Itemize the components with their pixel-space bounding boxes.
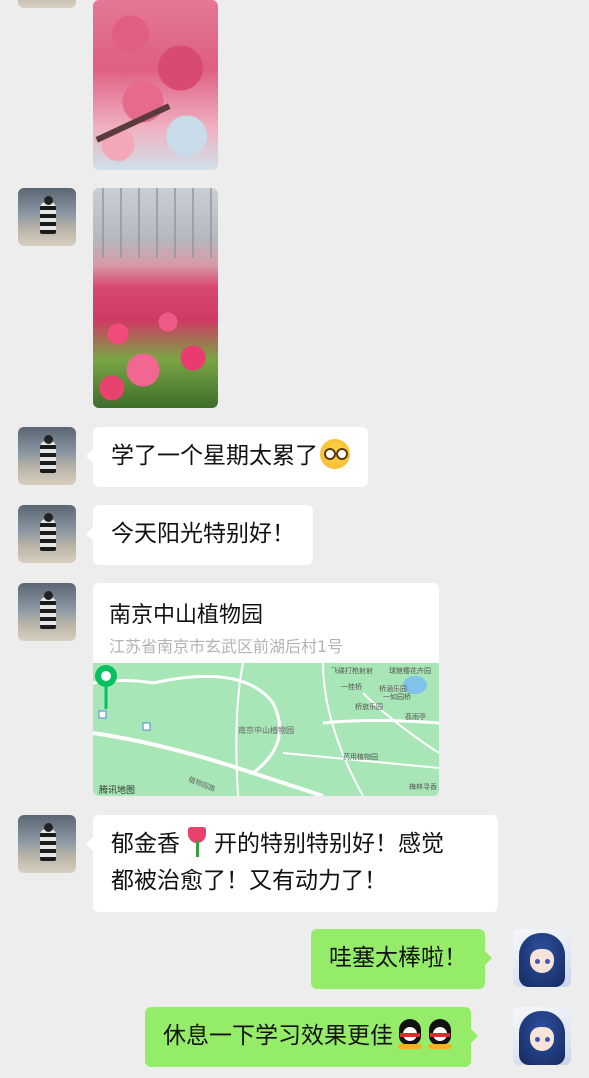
map-label-d: 桥涵乐园 bbox=[379, 684, 407, 693]
location-pin-icon bbox=[95, 665, 117, 709]
message-text: 今天阳光特别好！ bbox=[111, 521, 295, 547]
map-roads: 南京中山植物园 飞碟打枪射射 球館樱花卉园 一桂桥 桥涵乐园 一如园桥 桥旅乐园… bbox=[93, 663, 439, 796]
message-bubble-outgoing[interactable]: 休息一下学习效果更佳 bbox=[145, 1007, 478, 1067]
cherry-blossom-photo[interactable] bbox=[93, 0, 218, 170]
message-bubble[interactable]: 学了一个星期太累了 bbox=[86, 427, 368, 487]
message-bubble-outgoing[interactable]: 哇塞太棒啦！ bbox=[311, 929, 492, 989]
map-label-h: 药用植物园 bbox=[343, 752, 378, 761]
penguin-icon bbox=[427, 1019, 453, 1049]
penguin-icon bbox=[397, 1019, 423, 1049]
map-label-a: 飞碟打枪射射 bbox=[331, 666, 373, 675]
tulip-icon bbox=[186, 827, 208, 857]
location-address: 江苏省南京市玄武区前湖后村1号 bbox=[109, 637, 344, 656]
message-text: 开的特别特别好！感觉 bbox=[214, 831, 444, 857]
avatar-face bbox=[530, 949, 554, 973]
message-text: 郁金香 bbox=[111, 831, 180, 857]
map-preview[interactable]: 南京中山植物园 飞碟打枪射射 球館樱花卉园 一桂桥 桥涵乐园 一如园桥 桥旅乐园… bbox=[93, 663, 439, 796]
map-label-j: 植物园路 bbox=[187, 775, 216, 794]
avatar-eye bbox=[545, 959, 550, 964]
crying-face-icon bbox=[320, 439, 350, 469]
map-label-c: 一桂桥 bbox=[341, 682, 362, 691]
message-text: 学了一个星期太累了 bbox=[111, 443, 318, 469]
message-line-2: 都被治愈了！又有动力了！ bbox=[111, 868, 387, 894]
friend-avatar[interactable] bbox=[18, 815, 76, 873]
map-label-e: 一如园桥 bbox=[383, 692, 411, 701]
friend-avatar[interactable] bbox=[18, 505, 76, 563]
message-bubble[interactable]: 今天阳光特别好！ bbox=[86, 505, 313, 565]
message-text: 休息一下学习效果更佳 bbox=[163, 1023, 393, 1049]
map-label-i: 梅林寻香 bbox=[409, 782, 437, 791]
tulip-field-photo[interactable] bbox=[93, 188, 218, 408]
map-attribution: 腾讯地图 bbox=[99, 786, 136, 796]
message-line-1: 郁金香 开的特别特别好！感觉 bbox=[111, 826, 480, 863]
tulips-foreground bbox=[93, 298, 218, 408]
location-title: 南京中山植物园 bbox=[109, 603, 264, 628]
avatar-eye bbox=[535, 959, 540, 964]
avatar-face bbox=[530, 1027, 554, 1051]
map-label-f: 桥旅乐园 bbox=[355, 702, 383, 711]
map-label-g: 荔雨亭 bbox=[405, 712, 426, 721]
message-bubble[interactable]: 郁金香 开的特别特别好！感觉 都被治愈了！又有动力了！ bbox=[86, 815, 498, 912]
avatar-eye bbox=[545, 1037, 550, 1042]
message-text: 哇塞太棒啦！ bbox=[329, 945, 467, 971]
trees-background bbox=[93, 188, 218, 258]
map-label-poi: 南京中山植物园 bbox=[238, 725, 294, 735]
friend-avatar[interactable] bbox=[18, 188, 76, 246]
location-card[interactable]: 南京中山植物园 江苏省南京市玄武区前湖后村1号 南京中山植物园 飞碟打枪射射 球… bbox=[93, 583, 439, 796]
my-avatar[interactable] bbox=[513, 1007, 571, 1065]
friend-avatar[interactable] bbox=[18, 0, 76, 8]
map-label-b: 球館樱花卉园 bbox=[389, 666, 431, 675]
my-avatar[interactable] bbox=[513, 929, 571, 987]
friend-avatar[interactable] bbox=[18, 583, 76, 641]
friend-avatar[interactable] bbox=[18, 427, 76, 485]
avatar-eye bbox=[535, 1037, 540, 1042]
